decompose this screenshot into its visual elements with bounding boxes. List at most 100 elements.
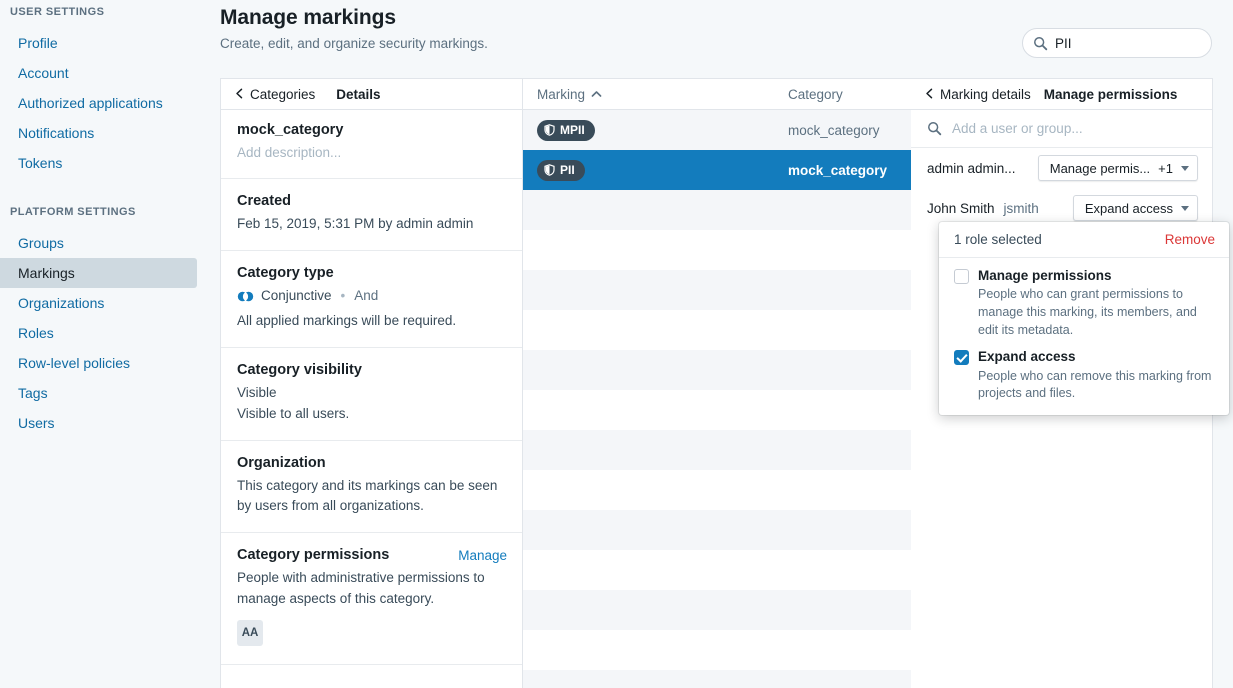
column-header-category[interactable]: Category — [788, 87, 911, 102]
sidebar-item-label: Organizations — [18, 295, 105, 311]
category-description-placeholder[interactable]: Add description... — [237, 143, 507, 164]
category-permissions-heading: Category permissions — [237, 547, 390, 564]
sidebar-item-notifications[interactable]: Notifications — [0, 118, 197, 148]
chevron-left-icon — [925, 87, 934, 102]
section-organization: Organization This category and its marki… — [221, 441, 523, 534]
role-select-button[interactable]: Expand access — [1072, 195, 1198, 221]
sidebar-item-authorized-applications[interactable]: Authorized applications — [0, 88, 197, 118]
role-select-label: Expand access — [1084, 200, 1173, 216]
section-category-type: Category type Conjunctive • And All appl… — [221, 251, 523, 348]
marking-tag[interactable]: PII — [537, 159, 585, 181]
role-popup-header: 1 role selected Remove — [939, 222, 1229, 258]
organization-heading: Organization — [237, 454, 326, 471]
search-input[interactable] — [1055, 35, 1201, 51]
table-row-empty — [523, 230, 911, 270]
table-row-empty — [523, 350, 911, 390]
permission-row: admin admin... Manage permis... +1 — [911, 148, 1212, 188]
member-name: John Smith — [927, 200, 995, 216]
sidebar-item-row-level-policies[interactable]: Row-level policies — [0, 348, 197, 378]
role-selection-popup: 1 role selected Remove Manage permission… — [939, 222, 1229, 416]
sidebar-item-tags[interactable]: Tags — [0, 378, 197, 408]
category-type-operator: And — [354, 287, 379, 303]
member-username: jsmith — [1003, 200, 1039, 216]
table-row-empty — [523, 550, 911, 590]
breadcrumb-current-label: Details — [336, 86, 381, 102]
separator-dot: • — [340, 287, 346, 303]
category-visibility-description: Visible to all users. — [237, 405, 350, 421]
sidebar-group-title-user-settings: USER SETTINGS — [10, 6, 105, 18]
breadcrumb-back-label: Marking details — [940, 86, 1031, 102]
sidebar-item-label: Groups — [18, 235, 64, 251]
sidebar-item-profile[interactable]: Profile — [0, 28, 197, 58]
sidebar-item-label: Users — [18, 415, 55, 431]
category-permissions-description: People with administrative permissions t… — [237, 570, 485, 607]
search-box[interactable] — [1022, 28, 1212, 58]
sidebar-item-markings[interactable]: Markings — [0, 258, 197, 288]
table-row-empty — [523, 590, 911, 630]
role-option-description: People who can remove this marking from … — [978, 368, 1212, 401]
sidebar-item-groups[interactable]: Groups — [0, 228, 197, 258]
role-option-description: People who can grant permissions to mana… — [978, 287, 1197, 337]
role-option-expand-access[interactable]: Expand access People who can remove this… — [939, 339, 1229, 403]
breadcrumb-back-label: Categories — [250, 86, 316, 102]
sidebar-item-label: Row-level policies — [18, 355, 131, 371]
sidebar-item-label: Tags — [18, 385, 48, 401]
sidebar-item-label: Account — [18, 65, 69, 81]
role-select-button[interactable]: Manage permis... +1 — [1037, 155, 1198, 181]
add-user-placeholder: Add a user or group... — [952, 121, 1083, 136]
category-type-description: All applied markings will be required. — [237, 312, 457, 328]
sidebar-item-label: Roles — [18, 325, 54, 341]
page-subtitle: Create, edit, and organize security mark… — [220, 36, 488, 51]
category-type-heading: Category type — [237, 264, 334, 281]
table-row[interactable]: PII mock_category — [523, 150, 911, 190]
shield-icon — [544, 124, 555, 136]
details-panel: Categories Details mock_category Add des… — [220, 78, 523, 688]
sidebar-item-label: Profile — [18, 35, 58, 51]
table-row-empty — [523, 510, 911, 550]
avatar[interactable]: AA — [237, 620, 263, 647]
shield-icon — [544, 164, 555, 176]
empty-rows-container — [523, 190, 911, 688]
table-row-empty — [523, 630, 911, 670]
created-heading: Created — [237, 192, 291, 209]
markings-table-header: Marking Category — [523, 79, 911, 110]
table-row[interactable]: MPII mock_category — [523, 110, 911, 150]
sidebar-item-label: Notifications — [18, 125, 95, 141]
sidebar-item-users[interactable]: Users — [0, 408, 197, 438]
marking-cell: PII — [523, 159, 788, 181]
marking-tag-label: PII — [560, 163, 575, 177]
breadcrumb-current-label: Manage permissions — [1043, 86, 1178, 102]
role-option-label: Expand access — [978, 349, 1076, 365]
chevron-down-icon — [1181, 205, 1189, 211]
marking-tag[interactable]: MPII — [537, 119, 595, 141]
search-icon — [1033, 36, 1048, 51]
sidebar-item-tokens[interactable]: Tokens — [0, 148, 197, 178]
breadcrumb-back-categories[interactable]: Categories — [221, 87, 315, 102]
intersection-icon — [237, 291, 254, 302]
sidebar: USER SETTINGS Profile Account Authorized… — [0, 0, 220, 688]
permissions-panel-header: Marking details Manage permissions — [911, 79, 1212, 110]
role-select-label: Manage permis... — [1049, 160, 1151, 176]
app-root: USER SETTINGS Profile Account Authorized… — [0, 0, 1233, 688]
remove-button[interactable]: Remove — [1165, 232, 1215, 247]
checkbox-expand-access[interactable] — [954, 350, 969, 366]
checkbox-manage-permissions[interactable] — [954, 269, 969, 284]
category-visibility-value: Visible — [237, 384, 277, 400]
sidebar-item-roles[interactable]: Roles — [0, 318, 197, 348]
role-select-extra-count: +1 — [1158, 160, 1173, 176]
manage-link[interactable]: Manage — [458, 548, 507, 563]
table-row-empty — [523, 670, 911, 688]
sidebar-item-account[interactable]: Account — [0, 58, 197, 88]
sidebar-group-title-platform-settings: PLATFORM SETTINGS — [10, 206, 136, 218]
sidebar-item-organizations[interactable]: Organizations — [0, 288, 197, 318]
breadcrumb-back-marking-details[interactable]: Marking details — [911, 87, 1031, 102]
category-visibility-heading: Category visibility — [237, 361, 362, 378]
table-row-empty — [523, 270, 911, 310]
chevron-down-icon — [1181, 165, 1189, 171]
role-option-manage-permissions[interactable]: Manage permissions People who can grant … — [939, 258, 1229, 339]
organization-description: This category and its markings can be se… — [237, 477, 498, 514]
add-user-or-group-search[interactable]: Add a user or group... — [911, 110, 1212, 148]
section-category-visibility: Category visibility Visible Visible to a… — [221, 348, 523, 441]
details-panel-header: Categories Details — [221, 79, 523, 110]
column-header-marking[interactable]: Marking — [523, 87, 788, 102]
